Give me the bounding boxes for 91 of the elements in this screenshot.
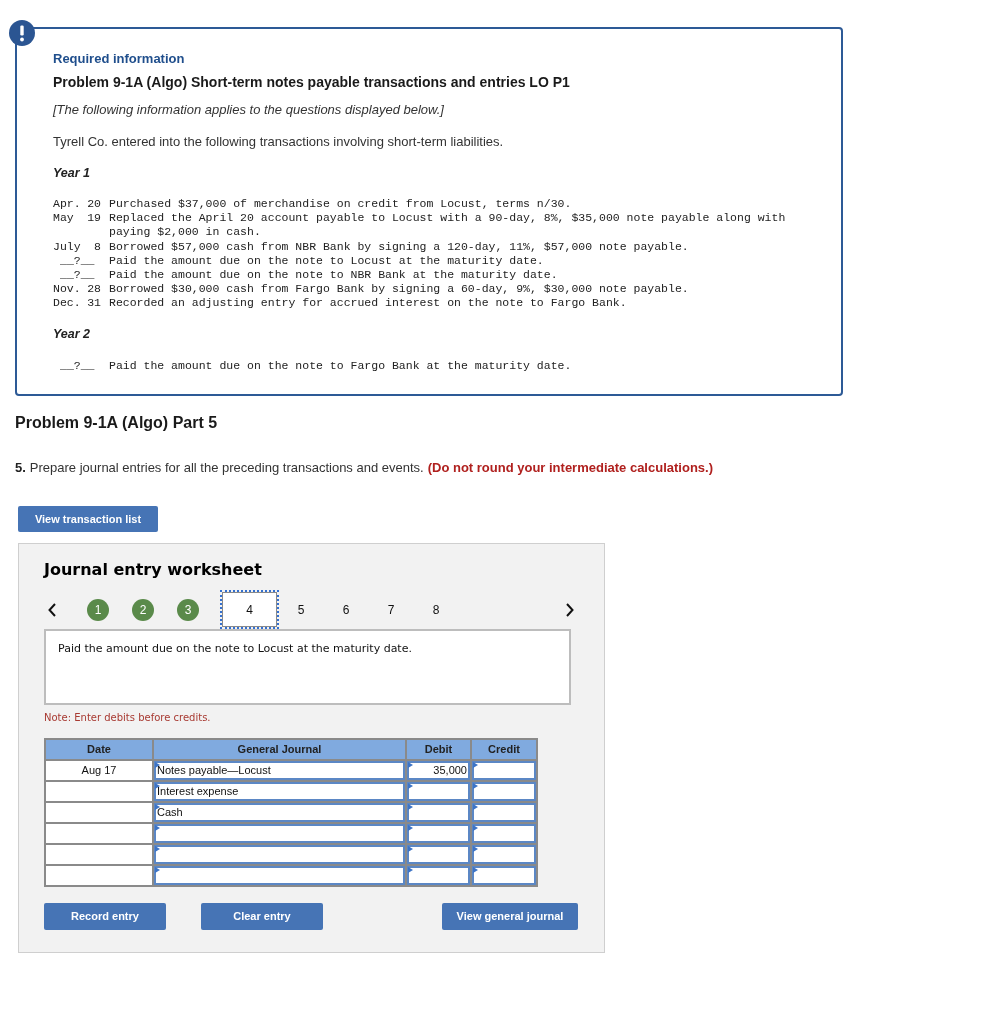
corner-triangle-icon (408, 846, 413, 852)
transaction-text: Borrowed $30,000 cash from Fargo Bank by signing a 60-day, 9%, $30,000 note payable. (109, 282, 690, 297)
debit-field[interactable] (407, 803, 470, 822)
date-day: 20 (87, 197, 101, 212)
corner-triangle-icon (473, 846, 478, 852)
column-header: Date (46, 740, 152, 759)
worksheet-title: Journal entry worksheet (44, 559, 263, 581)
corner-triangle-icon (408, 867, 413, 873)
note-text: Note: Enter debits before credits. (44, 712, 211, 724)
date-day: 28 (87, 282, 101, 297)
credit-field[interactable] (472, 845, 536, 864)
step-tab[interactable]: 7 (380, 598, 402, 621)
clear-entry-button[interactable]: Clear entry (201, 903, 323, 930)
column-header: Debit (407, 740, 470, 759)
corner-triangle-icon (473, 762, 478, 768)
chevron-left-icon (48, 602, 56, 617)
date-month: May (53, 211, 74, 226)
previous-button[interactable] (46, 601, 58, 618)
credit-field[interactable] (472, 803, 536, 822)
date-blank: __?__ (59, 268, 95, 281)
step-tab[interactable]: 2 (132, 598, 154, 621)
corner-triangle-icon (408, 825, 413, 831)
corner-triangle-icon (473, 867, 478, 873)
debit-field[interactable] (407, 866, 470, 885)
column-header: General Journal (154, 740, 405, 759)
view-transaction-list-button[interactable]: View transaction list (18, 506, 158, 532)
step-tab[interactable]: 6 (335, 598, 357, 621)
corner-triangle-icon (155, 783, 160, 789)
debit-field[interactable] (407, 845, 470, 864)
corner-triangle-icon (155, 804, 160, 810)
account-field[interactable]: Interest expense (154, 782, 405, 801)
account-field[interactable] (154, 866, 405, 885)
date-blank: __?__ (59, 253, 95, 267)
transaction-text: Borrowed $57,000 cash from NBR Bank by signing a 120-day, 11%, $57,000 note payable. (109, 239, 690, 254)
date-day: 8 (94, 239, 101, 254)
section-heading: Required information (53, 50, 186, 68)
transaction-text: Replaced the April 20 account payable to Locust with a 90-day, 8%, $35,000 note payable along with paying $2,000 in cash. (109, 211, 787, 240)
description-text: Tyrell Co. entered into the following transactions involving short-term liabilities. (53, 133, 505, 151)
view-general-journal-button[interactable]: View general journal (442, 903, 578, 930)
part-title: Problem 9-1A (Algo) Part 5 (15, 413, 219, 433)
corner-triangle-icon (155, 762, 160, 768)
step-tab[interactable]: 4 (222, 592, 277, 627)
transaction-description: Paid the amount due on the note to Locust at the maturity date. (44, 629, 571, 705)
corner-triangle-icon (155, 846, 160, 852)
step-tab[interactable]: 5 (290, 598, 312, 621)
account-field[interactable]: Cash (154, 803, 405, 822)
year-label: Year 1 (53, 165, 92, 182)
account-field[interactable] (154, 845, 405, 864)
date-day: 19 (87, 211, 101, 226)
corner-triangle-icon (408, 804, 413, 810)
date-cell: Aug 17 (46, 761, 152, 780)
corner-triangle-icon (408, 762, 413, 768)
date-day: 31 (87, 296, 101, 311)
debit-field[interactable] (407, 782, 470, 801)
credit-field[interactable] (472, 782, 536, 801)
transaction-text: Paid the amount due on the note to Fargo Bank at the maturity date. (109, 358, 573, 373)
next-button[interactable] (564, 601, 576, 618)
question-number: 5. (15, 460, 26, 475)
corner-triangle-icon (155, 867, 160, 873)
problem-title: Problem 9-1A (Algo) Short-term notes payable transactions and entries LO P1 (53, 73, 571, 92)
debit-field[interactable]: 35,000 (407, 761, 470, 780)
chevron-right-icon (566, 602, 574, 617)
corner-triangle-icon (473, 825, 478, 831)
corner-triangle-icon (473, 804, 478, 810)
column-header: Credit (472, 740, 536, 759)
transaction-text: Recorded an adjusting entry for accrued interest on the note to Fargo Bank. (109, 296, 628, 311)
credit-field[interactable] (472, 761, 536, 780)
intro-text: [The following information applies to the questions displayed below.] (53, 101, 445, 119)
date-month: July (53, 239, 81, 254)
date-month: Nov. (53, 282, 81, 297)
transaction-text: Purchased $37,000 of merchandise on credit from Locust, terms n/30. (109, 197, 573, 212)
transaction-text: Paid the amount due on the note to Locust at the maturity date. (109, 253, 545, 268)
transaction-text: Paid the amount due on the note to NBR Bank at the maturity date. (109, 268, 559, 283)
debit-field[interactable] (407, 824, 470, 843)
credit-field[interactable] (472, 824, 536, 843)
credit-field[interactable] (472, 866, 536, 885)
account-field[interactable] (154, 824, 405, 843)
date-month: Dec. (53, 296, 81, 311)
account-field[interactable]: Notes payable—Locust (154, 761, 405, 780)
corner-triangle-icon (155, 825, 160, 831)
record-entry-button[interactable]: Record entry (44, 903, 166, 930)
corner-triangle-icon (408, 783, 413, 789)
year-label: Year 2 (53, 325, 92, 343)
date-month: Apr. (53, 197, 81, 212)
instruction-note: (Do not round your intermediate calculations.) (427, 460, 713, 475)
question-text: Prepare journal entries for all the preceding transactions and events. (29, 460, 424, 475)
step-tab[interactable]: 8 (425, 598, 447, 621)
step-tab[interactable]: 3 (177, 598, 199, 621)
corner-triangle-icon (473, 783, 478, 789)
step-tab[interactable]: 1 (87, 598, 109, 621)
date-blank: __?__ (59, 358, 95, 372)
